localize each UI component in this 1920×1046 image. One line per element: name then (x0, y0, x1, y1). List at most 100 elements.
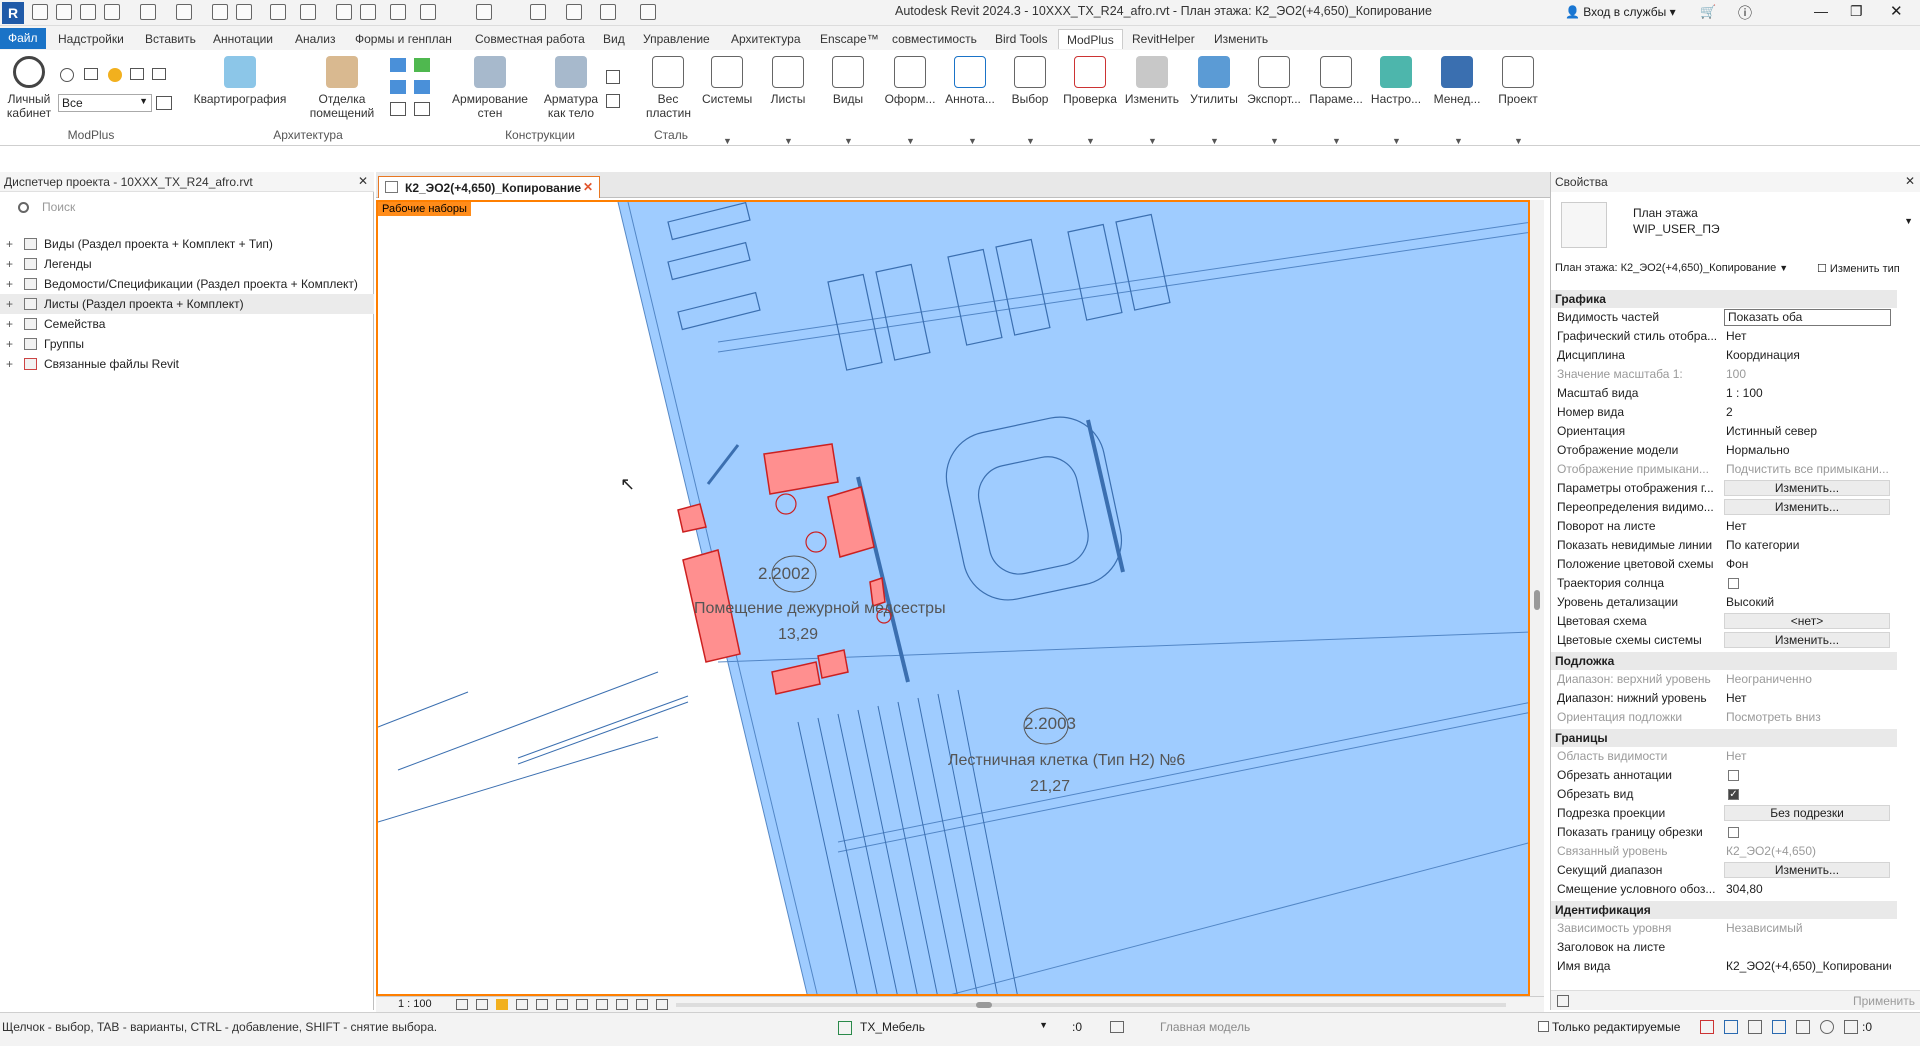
systems-button[interactable]: Системы (702, 56, 752, 106)
thin-lines-icon[interactable] (476, 4, 492, 20)
filter-select[interactable]: Все ▼ (58, 94, 152, 112)
rebar-small-icon[interactable] (606, 94, 620, 108)
undo-icon[interactable] (140, 4, 156, 20)
lock-icon[interactable] (576, 999, 588, 1010)
crop-region-icon[interactable] (556, 999, 568, 1010)
sheets-button[interactable]: Листы (764, 56, 812, 106)
view-range-edit-button[interactable]: Изменить... (1724, 862, 1890, 878)
prop-detail-level[interactable]: Уровень детализации Высокий (1551, 593, 1891, 612)
prop-visibility-overrides[interactable]: Переопределения видимо... Изменить... (1551, 498, 1891, 517)
select-pinned-icon[interactable] (1748, 1020, 1762, 1034)
tree-item-groups[interactable]: + Группы (0, 334, 374, 354)
close-tab-icon[interactable]: ✕ (583, 180, 593, 194)
chevron-down-icon[interactable]: ▼ (1392, 136, 1401, 146)
help-icon[interactable]: ⓘ (1738, 3, 1752, 23)
prop-discipline[interactable]: Дисциплина Координация (1551, 346, 1891, 365)
project-button[interactable]: Проект (1492, 56, 1544, 106)
room-finish-button[interactable]: Отделка помещений (308, 56, 376, 120)
prop-graphic-style[interactable]: Графический стиль отобра... Нет (1551, 327, 1891, 346)
close-icon-qat[interactable] (600, 4, 616, 20)
layers-icon[interactable] (130, 68, 144, 80)
prop-view-range[interactable]: Секущий диапазон Изменить... (1551, 861, 1891, 880)
prop-sun-path[interactable]: Траектория солнца (1551, 574, 1891, 593)
3d-view-icon[interactable] (390, 4, 406, 20)
section-underlay[interactable]: Подложка (1551, 652, 1897, 670)
close-window-icon[interactable]: ✕ (1890, 2, 1903, 20)
chevron-down-icon[interactable]: ▼ (1514, 136, 1523, 146)
chevron-down-icon[interactable]: ▼ (1332, 136, 1341, 146)
select-by-face-icon[interactable] (1772, 1020, 1786, 1034)
crop-view-checkbox[interactable]: ✓ (1728, 789, 1739, 800)
wall-icon[interactable] (390, 58, 406, 72)
active-workset-select[interactable]: TX_Мебель ▼ (860, 1020, 1050, 1034)
tab-file[interactable]: Файл (0, 28, 46, 49)
parameters-button[interactable]: Параме... (1306, 56, 1366, 106)
scale-label[interactable]: 1 : 100 (398, 998, 432, 1010)
tab-compat[interactable]: совместимость (892, 29, 977, 49)
parts-visibility-select[interactable]: Показать оба (1724, 309, 1891, 326)
maximize-icon[interactable]: ❐ (1850, 3, 1863, 20)
prop-color-scheme[interactable]: Цветовая схема <нет> (1551, 612, 1891, 631)
close-icon[interactable]: ✕ (1905, 174, 1915, 188)
apply-button[interactable]: Применить (1853, 994, 1915, 1008)
qat-customize-icon[interactable] (640, 4, 656, 20)
tree-item-views[interactable]: + Виды (Раздел проекта + Комплект + Тип) (0, 234, 374, 254)
check-button[interactable]: Проверка (1062, 56, 1118, 106)
image-icon[interactable] (156, 96, 172, 110)
open-folder-icon[interactable] (56, 4, 72, 20)
close-icon[interactable]: ✕ (358, 174, 368, 188)
prop-view-number[interactable]: Номер вида 2 (1551, 403, 1891, 422)
chevron-down-icon[interactable]: ▼ (906, 136, 915, 146)
design-option-icon[interactable] (1110, 1021, 1124, 1033)
section-identity[interactable]: Идентификация (1551, 901, 1897, 919)
prop-title-on-sheet[interactable]: Заголовок на листе (1551, 938, 1891, 957)
crop-region-visible-checkbox[interactable] (1728, 827, 1739, 838)
settings-icon[interactable] (60, 68, 74, 82)
chevron-down-icon[interactable]: ▼ (1148, 136, 1157, 146)
opening-icon[interactable] (390, 80, 406, 94)
shadows-icon[interactable] (516, 999, 528, 1010)
format-button[interactable]: Оформ... (882, 56, 938, 106)
prop-hidden-lines[interactable]: Показать невидимые линии По категории (1551, 536, 1891, 555)
tab-enscape[interactable]: Enscape™ (820, 29, 879, 49)
utilities-button[interactable]: Утилиты (1186, 56, 1242, 106)
tab-birdtools[interactable]: Bird Tools (995, 29, 1047, 49)
chevron-down-icon[interactable]: ▼ (1210, 136, 1219, 146)
tree-item-links[interactable]: + Связанные файлы Revit (0, 354, 374, 374)
tab-collaborate[interactable]: Совместная работа (475, 29, 585, 49)
chevron-down-icon[interactable]: ▼ (844, 136, 853, 146)
tab-annotate[interactable]: Аннотации (213, 29, 273, 49)
tile-icon[interactable] (566, 4, 582, 20)
visual-style-icon[interactable] (476, 999, 488, 1010)
expand-icon[interactable]: + (6, 294, 13, 314)
prop-view-name[interactable]: Имя вида К2_ЭО2(+4,650)_Копирование (1551, 957, 1891, 976)
tab-massing[interactable]: Формы и генплан (355, 29, 452, 49)
expand-icon[interactable]: + (6, 354, 13, 374)
type-selector[interactable]: План этажа WIP_USER_ПЭ ▼ (1555, 196, 1919, 256)
annotation-button[interactable]: Аннота... (942, 56, 998, 106)
editable-only-checkbox[interactable] (1538, 1021, 1549, 1032)
prop-symbol-offset[interactable]: Смещение условного обоз... 304,80 (1551, 880, 1891, 899)
floor-icon[interactable] (414, 58, 430, 72)
select-links-icon[interactable] (1700, 1020, 1714, 1034)
revit-logo[interactable]: R (2, 2, 24, 24)
chevron-down-icon[interactable]: ▼ (723, 136, 732, 146)
grid-icon[interactable] (390, 102, 406, 116)
prop-range-base[interactable]: Диапазон: нижний уровень Нет (1551, 689, 1891, 708)
join-icon[interactable] (414, 80, 430, 94)
expand-icon[interactable]: + (6, 234, 13, 254)
signin-link[interactable]: 👤 Вход в службы ▾ (1565, 5, 1676, 19)
rebar-body-button[interactable]: Арматура как тело (540, 56, 602, 120)
expand-icon[interactable]: + (6, 274, 13, 294)
apartmentography-button[interactable]: Квартирография (190, 56, 290, 106)
vertical-scrollbar[interactable] (1530, 200, 1544, 996)
tab-modify[interactable]: Изменить (1214, 29, 1268, 49)
browser-search-input[interactable]: Поиск (6, 198, 362, 218)
section-icon[interactable] (420, 4, 436, 20)
plate-weight-button[interactable]: Вес пластин (646, 56, 691, 120)
instance-selector[interactable]: План этажа: К2_ЭО2(+4,650)_Копирование ▼… (1555, 262, 1915, 282)
heart-icon[interactable] (108, 68, 122, 82)
annotation-crop-checkbox[interactable] (1728, 770, 1739, 781)
view-tab[interactable]: К2_ЭО2(+4,650)_Копирование ✕ (378, 176, 600, 198)
select-button[interactable]: Выбор (1006, 56, 1054, 106)
